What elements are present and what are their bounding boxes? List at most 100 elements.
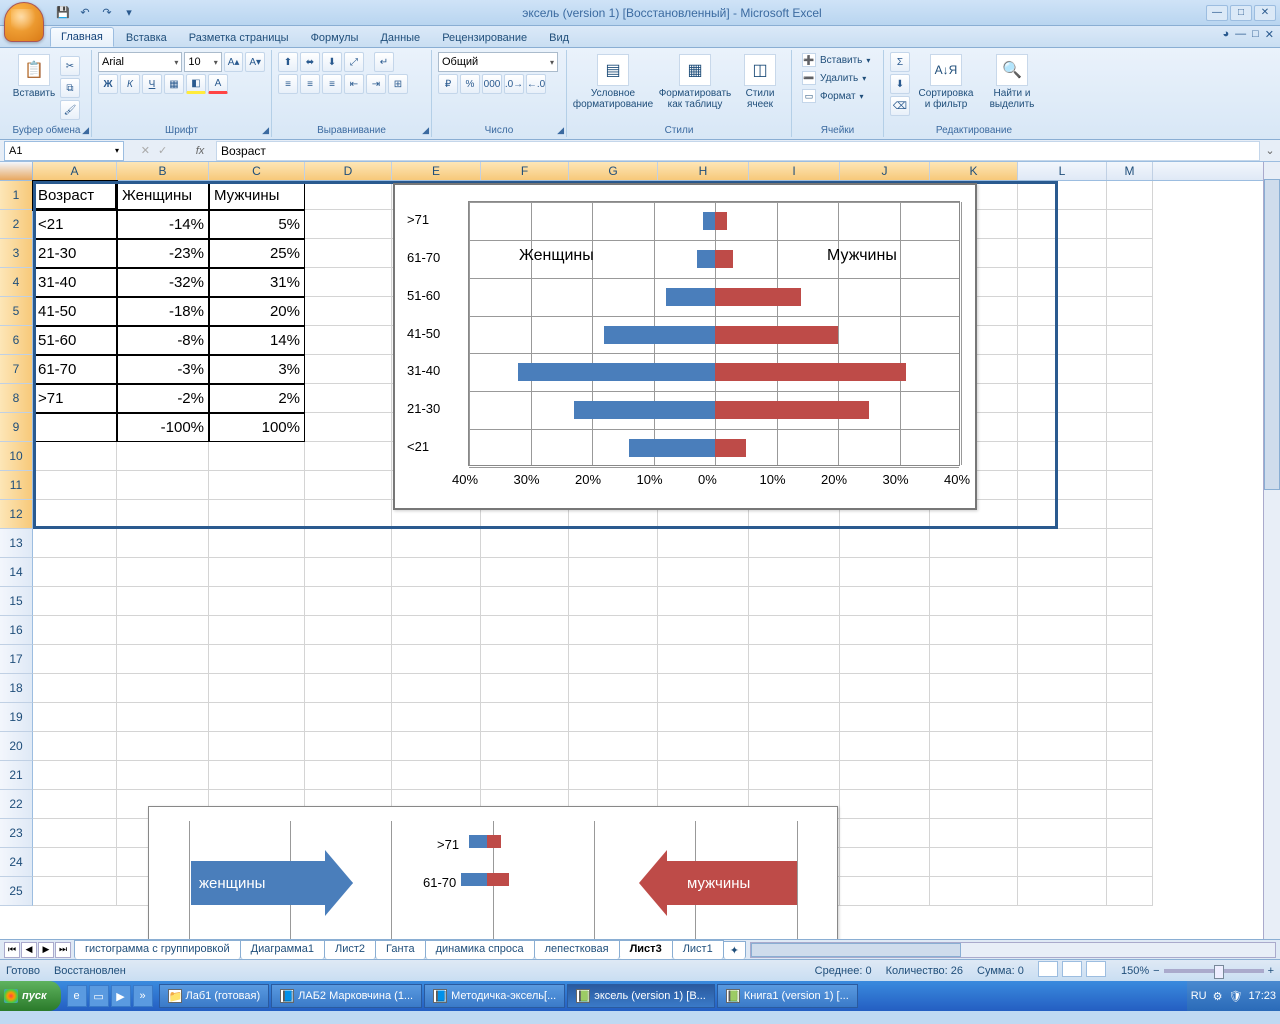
cell[interactable] <box>392 703 481 732</box>
sheet-tab[interactable]: Лист1 <box>672 940 724 959</box>
taskbar-item[interactable]: 📗Книга1 (version 1) [... <box>717 984 858 1008</box>
cell[interactable]: >71 <box>33 384 117 413</box>
cell[interactable] <box>840 529 930 558</box>
cell[interactable] <box>1018 587 1107 616</box>
cell[interactable] <box>1107 384 1153 413</box>
cell[interactable] <box>1018 326 1107 355</box>
cell[interactable] <box>1018 413 1107 442</box>
cell[interactable] <box>1018 471 1107 500</box>
cell[interactable] <box>1018 297 1107 326</box>
align-right-button[interactable]: ≡ <box>322 74 342 94</box>
percent-button[interactable]: % <box>460 74 480 94</box>
format-cells-button[interactable]: ▭Формат▾ <box>798 88 877 104</box>
row-header[interactable]: 7 <box>0 355 33 384</box>
cell[interactable] <box>569 558 658 587</box>
cell[interactable] <box>930 616 1018 645</box>
cell[interactable] <box>117 558 209 587</box>
cell[interactable] <box>1107 674 1153 703</box>
cell[interactable] <box>305 471 392 500</box>
wrap-text-button[interactable]: ↵ <box>374 52 394 72</box>
formula-bar[interactable]: Возраст <box>216 141 1260 161</box>
cell[interactable] <box>481 703 569 732</box>
fx-icon[interactable]: fx <box>190 145 210 157</box>
cell[interactable] <box>1018 848 1107 877</box>
increase-indent-button[interactable]: ⇥ <box>366 74 386 94</box>
cell[interactable] <box>305 732 392 761</box>
cell[interactable] <box>305 210 392 239</box>
dialog-launcher-icon[interactable]: ◢ <box>262 125 269 136</box>
cell[interactable] <box>33 471 117 500</box>
cell[interactable] <box>33 674 117 703</box>
worksheet-grid[interactable]: ABCDEFGHIJKLM 12345678910111213141516171… <box>0 162 1280 939</box>
cell[interactable] <box>305 616 392 645</box>
select-all-corner[interactable] <box>0 162 33 180</box>
cell[interactable] <box>840 819 930 848</box>
cell[interactable] <box>930 790 1018 819</box>
align-middle-button[interactable]: ⬌ <box>300 52 320 72</box>
orientation-button[interactable]: ⤢ <box>344 52 364 72</box>
row-header[interactable]: 13 <box>0 529 33 558</box>
cell[interactable] <box>1018 877 1107 906</box>
cell[interactable] <box>1107 442 1153 471</box>
cell[interactable]: Мужчины <box>209 181 305 210</box>
merge-button[interactable]: ⊞ <box>388 74 408 94</box>
cell[interactable] <box>569 674 658 703</box>
row-header[interactable]: 6 <box>0 326 33 355</box>
cell[interactable] <box>481 732 569 761</box>
qat-dropdown-icon[interactable]: ▾ <box>120 4 138 22</box>
sheet-tab[interactable]: динамика спроса <box>425 940 535 959</box>
cell[interactable] <box>1018 674 1107 703</box>
cell[interactable] <box>1107 297 1153 326</box>
quicklaunch-desktop-icon[interactable]: ▭ <box>89 985 109 1007</box>
grow-font-button[interactable]: A▴ <box>224 52 244 72</box>
taskbar-item[interactable]: 📁Лаб1 (готовая) <box>159 984 270 1008</box>
cell[interactable] <box>840 558 930 587</box>
cell[interactable] <box>305 442 392 471</box>
cut-button[interactable]: ✂ <box>60 56 80 76</box>
cell[interactable]: -23% <box>117 239 209 268</box>
cell[interactable] <box>1107 877 1153 906</box>
comma-button[interactable]: 000 <box>482 74 502 94</box>
enter-formula-icon[interactable]: ✓ <box>158 144 167 157</box>
cell[interactable] <box>33 558 117 587</box>
cell[interactable] <box>392 761 481 790</box>
quicklaunch-more-icon[interactable]: » <box>133 985 153 1007</box>
row-header[interactable]: 24 <box>0 848 33 877</box>
cell[interactable]: 51-60 <box>33 326 117 355</box>
cell[interactable] <box>658 761 749 790</box>
row-header[interactable]: 16 <box>0 616 33 645</box>
cell[interactable]: 2% <box>209 384 305 413</box>
cell[interactable] <box>392 645 481 674</box>
format-painter-button[interactable]: 🖌 <box>60 100 80 120</box>
sheet-tab[interactable]: Диаграмма1 <box>240 940 325 959</box>
cell[interactable] <box>1107 645 1153 674</box>
cell[interactable] <box>33 761 117 790</box>
taskbar-item[interactable]: 📘ЛАБ2 Марковчина (1... <box>271 984 422 1008</box>
cell[interactable] <box>840 790 930 819</box>
cell[interactable] <box>1107 326 1153 355</box>
cell[interactable] <box>1018 181 1107 210</box>
normal-view-button[interactable] <box>1038 961 1058 977</box>
cell[interactable] <box>117 703 209 732</box>
align-left-button[interactable]: ≡ <box>278 74 298 94</box>
minimize-button[interactable]: — <box>1206 5 1228 21</box>
help-icon[interactable]: ◕ <box>1222 28 1229 41</box>
cell[interactable] <box>305 761 392 790</box>
column-header[interactable]: K <box>930 162 1018 180</box>
cell[interactable] <box>33 616 117 645</box>
cell[interactable] <box>209 761 305 790</box>
cell[interactable] <box>930 732 1018 761</box>
row-header[interactable]: 9 <box>0 413 33 442</box>
row-header[interactable]: 4 <box>0 268 33 297</box>
cell[interactable] <box>1107 239 1153 268</box>
cell[interactable] <box>481 645 569 674</box>
cell[interactable] <box>305 587 392 616</box>
row-header[interactable]: 22 <box>0 790 33 819</box>
sheet-tab[interactable]: Лист2 <box>324 940 376 959</box>
column-header[interactable]: G <box>569 162 658 180</box>
cell[interactable] <box>658 616 749 645</box>
cell[interactable] <box>840 587 930 616</box>
office-button[interactable] <box>4 2 44 42</box>
dialog-launcher-icon[interactable]: ◢ <box>82 125 89 136</box>
cell[interactable] <box>1018 500 1107 529</box>
